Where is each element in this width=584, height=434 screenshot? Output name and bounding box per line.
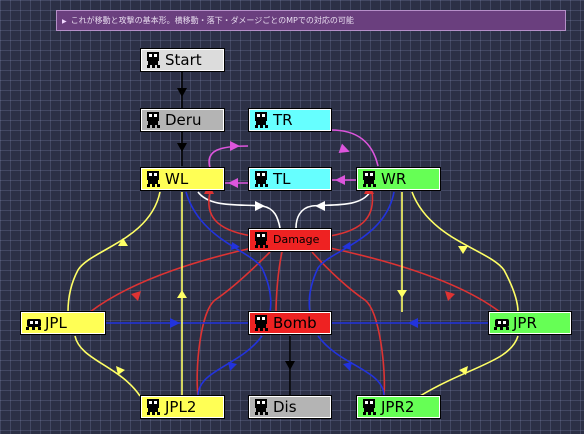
robot-icon — [255, 315, 268, 331]
robot-icon — [255, 112, 268, 128]
robot-icon — [255, 232, 268, 248]
arrow-bomb-dis — [285, 361, 295, 370]
edge-wl-jpl — [67, 191, 161, 313]
edge-bomb-damage-l — [275, 251, 283, 315]
edge-damage-wr — [329, 191, 374, 237]
edge-jpl-jpl2 — [74, 335, 141, 397]
robot-icon — [255, 171, 268, 187]
edge-damage-wl — [208, 191, 253, 237]
node-jpr2-label: JPR2 — [381, 398, 415, 416]
edge-damage-jpl — [89, 247, 253, 313]
node-dis-label: Dis — [273, 398, 297, 416]
edge-wr-bomb — [308, 191, 395, 313]
robot-icon — [363, 399, 376, 415]
robot-icon — [147, 52, 160, 68]
arrow-start-deru — [177, 88, 187, 97]
node-wr[interactable]: WR — [356, 167, 441, 191]
node-jpr[interactable]: JPR — [488, 311, 572, 335]
edge-wl-bomb — [185, 191, 272, 313]
node-tr[interactable]: TR — [248, 108, 332, 132]
robot-icon — [147, 171, 160, 187]
node-wl-label: WL — [165, 170, 189, 188]
node-jpr-label: JPR — [513, 314, 537, 332]
edge-wl-tr — [208, 145, 249, 169]
robot-icon — [147, 112, 160, 128]
node-jpl2[interactable]: JPL2 — [140, 395, 225, 419]
arrow-deru-wl — [177, 143, 187, 152]
node-jpr2[interactable]: JPR2 — [356, 395, 441, 419]
node-bomb-label: Bomb — [273, 314, 317, 332]
node-deru-label: Deru — [165, 111, 202, 129]
edge-jpr-jpr2 — [419, 335, 519, 397]
transition-edges — [67, 71, 519, 397]
edge-damage-jpr — [329, 247, 501, 313]
node-dis[interactable]: Dis — [248, 395, 332, 419]
node-wr-label: WR — [381, 170, 407, 188]
node-wl[interactable]: WL — [140, 167, 225, 191]
robot-icon — [363, 171, 376, 187]
node-bomb[interactable]: Bomb — [248, 311, 332, 335]
robot-icon — [147, 399, 160, 415]
state-diagram-canvas: ▶ これが移動と攻撃の基本形。横移動・落下・ダメージごとのMPでの対応の可能 S… — [0, 0, 584, 434]
node-start-label: Start — [165, 51, 202, 69]
edges-white — [197, 191, 371, 229]
edges-red — [89, 191, 501, 397]
crawler-icon — [494, 319, 509, 330]
edge-wr-damage — [295, 191, 371, 229]
node-damage[interactable]: Damage — [248, 228, 332, 252]
edge-tr-wr — [330, 129, 379, 167]
node-tl[interactable]: TL — [248, 167, 332, 191]
node-tl-label: TL — [273, 170, 291, 188]
node-start[interactable]: Start — [140, 48, 225, 72]
robot-icon — [255, 399, 268, 415]
node-jpl[interactable]: JPL — [20, 311, 106, 335]
edge-wr-jpr-outer — [411, 191, 519, 313]
node-tr-label: TR — [273, 111, 293, 129]
node-jpl-label: JPL — [45, 314, 67, 332]
node-jpl2-label: JPL2 — [165, 398, 197, 416]
node-deru[interactable]: Deru — [140, 108, 225, 132]
crawler-icon — [26, 319, 41, 330]
node-damage-label: Damage — [273, 233, 320, 246]
